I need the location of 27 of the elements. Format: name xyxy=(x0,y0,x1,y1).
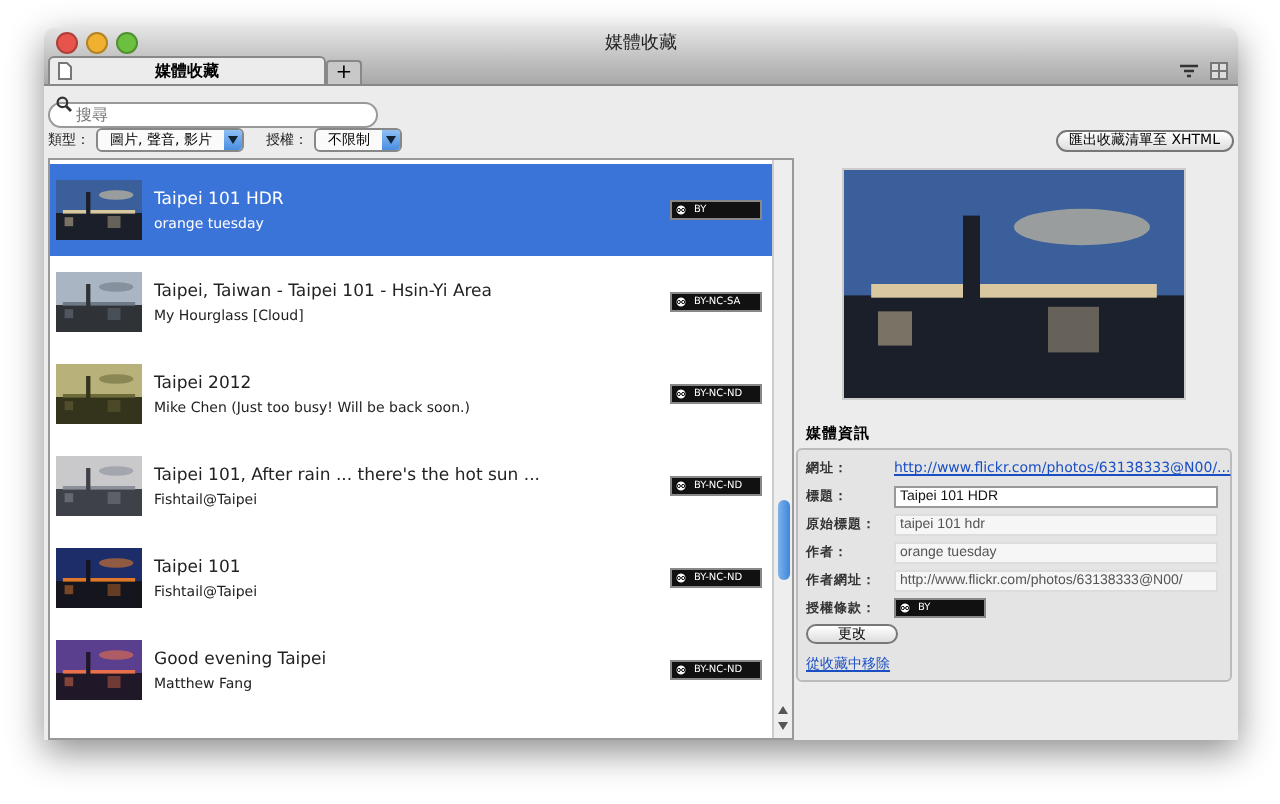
menu-icon[interactable] xyxy=(1180,64,1198,78)
media-title: Taipei 101 HDR xyxy=(154,189,286,209)
close-button[interactable] xyxy=(56,31,78,53)
cc-icon xyxy=(672,664,690,676)
search-icon xyxy=(56,95,72,111)
cc-icon xyxy=(672,572,690,584)
zoom-button[interactable] xyxy=(116,31,138,53)
grid-icon[interactable] xyxy=(1210,62,1228,80)
cc-icon xyxy=(672,204,690,216)
cc-icon xyxy=(672,388,690,400)
new-tab-button[interactable]: + xyxy=(326,60,362,84)
cc-icon xyxy=(672,296,690,308)
cc-icon xyxy=(672,480,690,492)
media-title: Taipei 2012 xyxy=(154,373,254,393)
tab[interactable]: 媒體收藏 xyxy=(48,56,326,84)
caret-icon xyxy=(385,136,396,144)
media-title: Taipei 101, After rain ... there's the hot sun ... xyxy=(154,465,542,485)
scroll-bar[interactable] xyxy=(772,160,792,738)
window-title: 媒體收藏 xyxy=(605,31,677,55)
media-title: Good evening Taipei xyxy=(154,649,329,669)
media-title: Taipei, Taiwan - Taipei 101 - Hsin-Yi Area xyxy=(154,281,494,301)
cc-icon xyxy=(896,602,914,614)
minimize-button[interactable] xyxy=(86,31,108,53)
search-field[interactable]: 搜尋 xyxy=(48,102,378,128)
document-icon xyxy=(58,62,72,80)
caret-icon xyxy=(227,136,238,144)
media-title: Taipei 101 xyxy=(154,557,243,577)
